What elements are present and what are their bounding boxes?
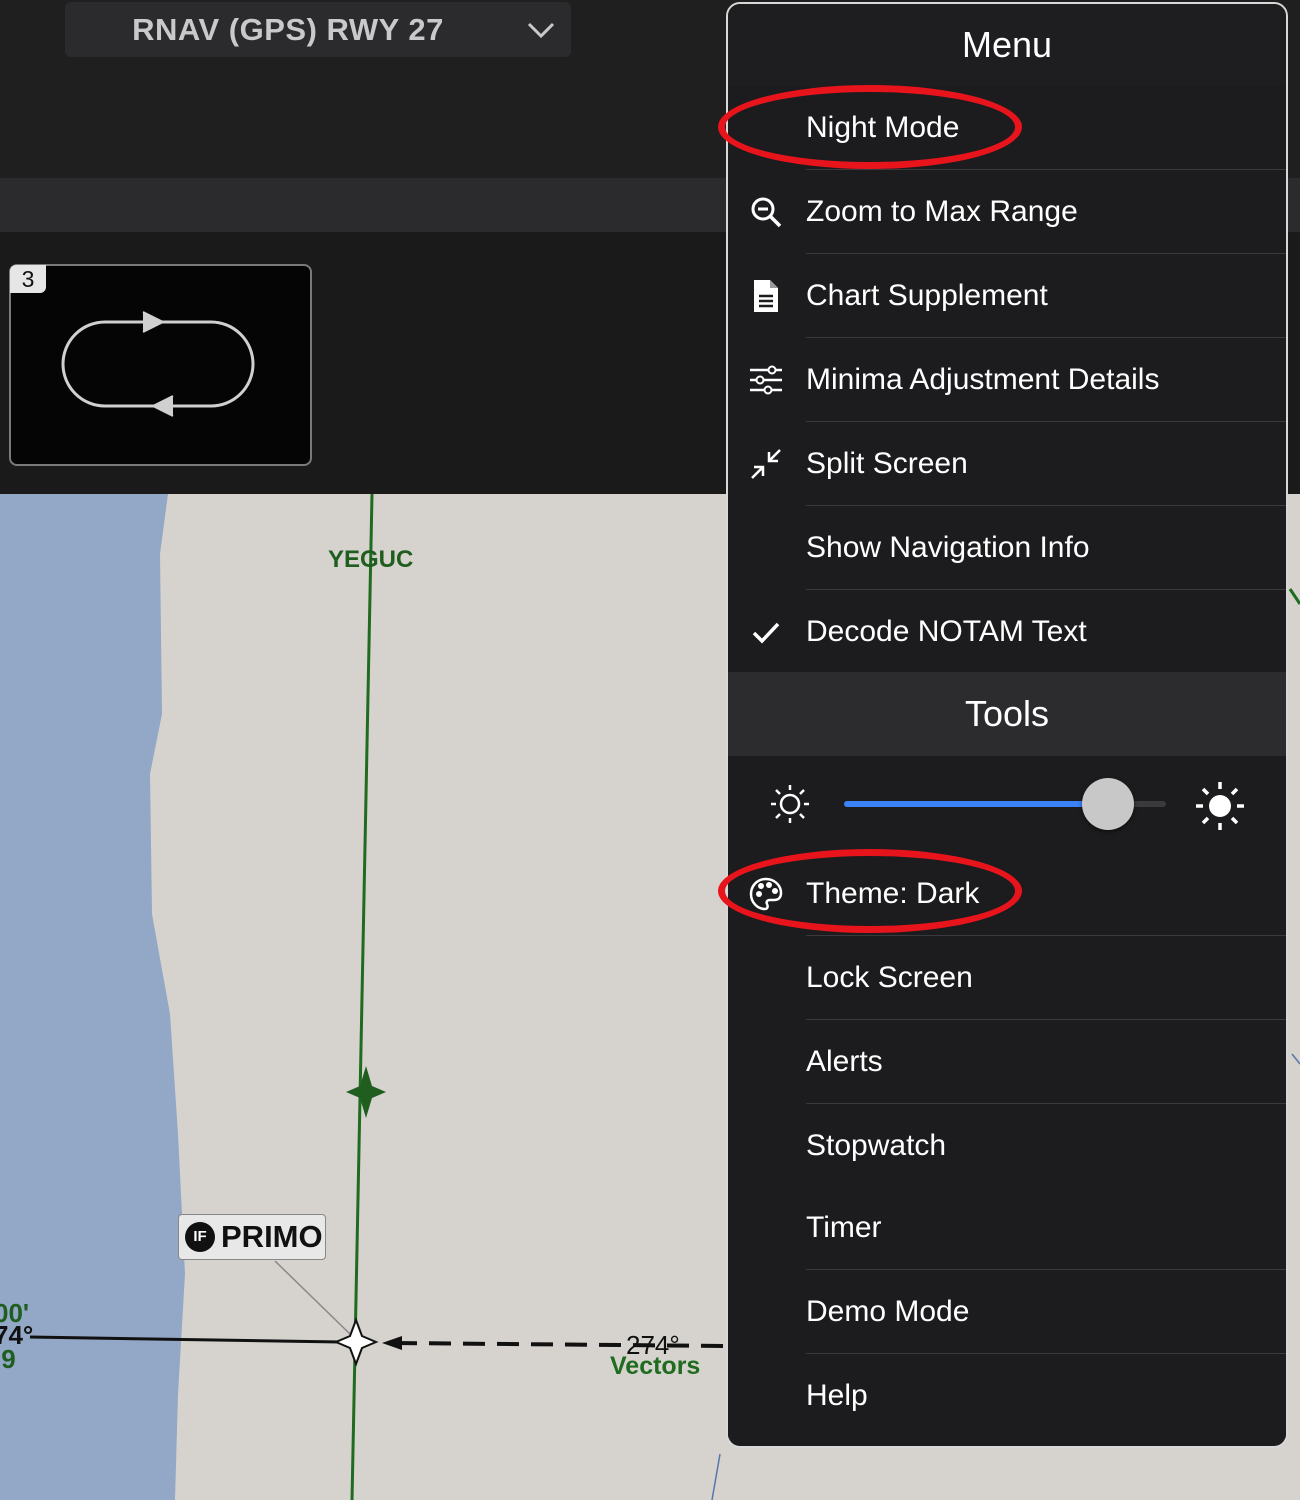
menu-item-label: Timer: [806, 1211, 882, 1244]
menu-item-label: Split Screen: [806, 447, 968, 480]
vectors-label: Vectors: [610, 1352, 701, 1380]
menu-item-label: Lock Screen: [806, 961, 973, 994]
slider-fill: [844, 801, 1109, 807]
menu-item-alerts[interactable]: Alerts: [728, 1020, 1286, 1104]
left-distance-label: .9: [0, 1344, 16, 1374]
slider-thumb[interactable]: [1082, 778, 1135, 830]
menu-item-label: Demo Mode: [806, 1295, 970, 1328]
menu-item-label: Chart Supplement: [806, 279, 1048, 312]
menu-item-minima-adjustment[interactable]: Minima Adjustment Details: [728, 338, 1286, 422]
menu-item-label: Minima Adjustment Details: [806, 363, 1160, 396]
menu-title: Menu: [728, 4, 1286, 87]
menu-item-label: Help: [806, 1379, 868, 1412]
yeguc-label: YEGUC: [328, 546, 414, 573]
document-icon: [754, 280, 778, 312]
menu-item-label: Decode NOTAM Text: [806, 615, 1087, 648]
brightness-low-icon: [771, 785, 809, 823]
theme-highlight: [718, 849, 1022, 933]
procedure-selector[interactable]: RNAV (GPS) RWY 27: [65, 2, 571, 57]
menu-item-decode-notam[interactable]: Decode NOTAM Text: [728, 590, 1286, 674]
yeguc-fix-icon: [346, 1066, 386, 1118]
night-mode-highlight: [718, 85, 1022, 169]
brightness-high-icon: [1196, 782, 1244, 830]
tools-section-title: Tools: [728, 672, 1286, 756]
initial-fix-badge: IF: [185, 1222, 215, 1252]
holding-pattern-thumbnail[interactable]: [9, 264, 312, 466]
checkmark-icon: [752, 622, 780, 644]
magnifier-minus-icon: [751, 197, 782, 228]
menu-item-zoom-max-range[interactable]: Zoom to Max Range: [728, 170, 1286, 254]
primo-label: PRIMO: [221, 1219, 323, 1254]
menu-popover: Menu Night Mode Zoom to Max Range Chart …: [726, 2, 1288, 1448]
menu-item-show-navigation-info[interactable]: Show Navigation Info: [728, 506, 1286, 590]
menu-item-label: Stopwatch: [806, 1129, 947, 1162]
menu-item-lock-screen[interactable]: Lock Screen: [728, 936, 1286, 1020]
menu-item-label: Show Navigation Info: [806, 531, 1090, 564]
holding-pattern-icon: [61, 311, 255, 417]
thumbnail-number: 3: [10, 265, 46, 293]
menu-item-help[interactable]: Help: [728, 1354, 1286, 1438]
menu-item-stopwatch[interactable]: Stopwatch: [728, 1104, 1286, 1188]
collapse-arrows-icon: [751, 449, 781, 479]
menu-item-demo-mode[interactable]: Demo Mode: [728, 1270, 1286, 1354]
menu-item-split-screen[interactable]: Split Screen: [728, 422, 1286, 506]
menu-item-label: Alerts: [806, 1045, 883, 1078]
chevron-down-icon: [527, 22, 555, 39]
sliders-icon: [750, 365, 782, 395]
primo-tag[interactable]: IF PRIMO: [178, 1214, 326, 1260]
brightness-slider[interactable]: [844, 778, 1166, 830]
menu-item-label: Zoom to Max Range: [806, 195, 1078, 228]
menu-item-chart-supplement[interactable]: Chart Supplement: [728, 254, 1286, 338]
brightness-control: [728, 756, 1286, 853]
menu-item-timer[interactable]: Timer: [728, 1186, 1286, 1270]
procedure-label: RNAV (GPS) RWY 27: [132, 12, 444, 47]
